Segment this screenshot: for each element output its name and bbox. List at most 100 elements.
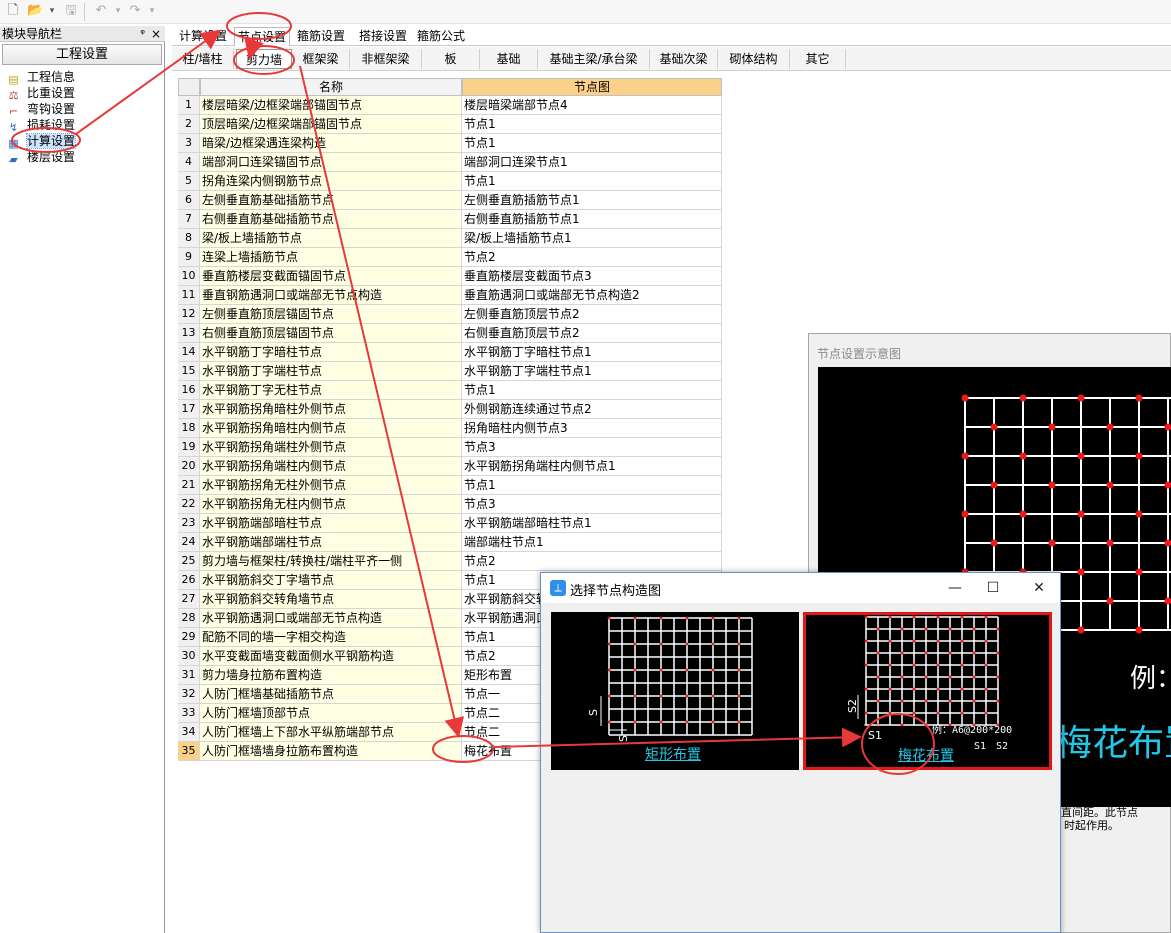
preview-grid-tie-point (1164, 597, 1171, 605)
row-node-diagram[interactable]: 端部洞口连梁节点1 (462, 153, 722, 172)
row-name: 人防门框墙上下部水平纵筋端部节点 (200, 723, 462, 742)
table-row[interactable]: 12 左侧垂直筋顶层锚固节点 左侧垂直筋顶层节点2 (178, 305, 722, 324)
row-node-diagram[interactable]: 拐角暗柱内侧节点3 (462, 419, 722, 438)
rect-layout-caption[interactable]: 矩形布置 (645, 744, 701, 764)
table-row[interactable]: 2 顶层暗梁/边框梁端部锚固节点 节点1 (178, 115, 722, 134)
row-node-diagram[interactable]: 水平钢筋丁字端柱节点1 (462, 362, 722, 381)
minimize-button[interactable]: — (941, 577, 969, 599)
tab-stirrup-settings[interactable]: 箍筋设置 (294, 27, 348, 46)
row-node-diagram[interactable]: 梁/板上墙插筋节点1 (462, 229, 722, 248)
row-node-diagram[interactable]: 节点2 (462, 248, 722, 267)
subtab-frame-beam[interactable]: 框架梁 (292, 49, 350, 69)
project-settings-button[interactable]: 工程设置 (2, 44, 162, 65)
row-node-diagram[interactable]: 左侧垂直筋插筋节点1 (462, 191, 722, 210)
table-row[interactable]: 13 右侧垂直筋顶层锚固节点 右侧垂直筋顶层节点2 (178, 324, 722, 343)
tab-stirrup-formula[interactable]: 箍筋公式 (414, 27, 468, 46)
table-row[interactable]: 25 剪力墙与框架柱/转换柱/端柱平齐一侧 节点2 (178, 552, 722, 571)
subtab-masonry[interactable]: 砌体结构 (718, 49, 790, 69)
nav-item-floor[interactable]: ▰ 楼层设置 (6, 149, 75, 166)
close-button[interactable]: ✕ (1025, 577, 1053, 599)
row-name: 水平钢筋拐角端柱外侧节点 (200, 438, 462, 457)
row-name: 配筋不同的墙一字相交构造 (200, 628, 462, 647)
row-node-diagram[interactable]: 节点1 (462, 381, 722, 400)
undo-dropdown-icon[interactable]: ▾ (110, 3, 126, 19)
pin-icon[interactable]: ᵠ (140, 26, 145, 42)
row-node-diagram[interactable]: 水平钢筋丁字暗柱节点1 (462, 343, 722, 362)
table-row[interactable]: 16 水平钢筋丁字无柱节点 节点1 (178, 381, 722, 400)
row-node-diagram[interactable]: 节点3 (462, 438, 722, 457)
row-node-diagram[interactable]: 节点2 (462, 552, 722, 571)
table-row[interactable]: 6 左侧垂直筋基础插筋节点 左侧垂直筋插筋节点1 (178, 191, 722, 210)
table-row[interactable]: 7 右侧垂直筋基础插筋节点 右侧垂直筋插筋节点1 (178, 210, 722, 229)
nav-item-hook[interactable]: ⌐ 弯钩设置 (6, 101, 75, 118)
table-row[interactable]: 3 暗梁/边框梁遇连梁构造 节点1 (178, 134, 722, 153)
table-row[interactable]: 9 连梁上墙插筋节点 节点2 (178, 248, 722, 267)
nav-item-density[interactable]: ⚖ 比重设置 (6, 85, 75, 102)
redo-icon[interactable]: ↷ (127, 3, 143, 19)
plum-layout-caption[interactable]: 梅花布置 (898, 745, 954, 765)
row-node-diagram[interactable]: 右侧垂直筋顶层节点2 (462, 324, 722, 343)
row-node-diagram[interactable]: 节点1 (462, 172, 722, 191)
row-node-diagram[interactable]: 节点1 (462, 476, 722, 495)
plum-example-text: 例：A6@200*200 (932, 723, 1012, 736)
table-row[interactable]: 10 垂直筋楼层变截面锚固节点 垂直筋楼层变截面节点3 (178, 267, 722, 286)
nav-item-project-info[interactable]: ▤ 工程信息 (6, 69, 75, 86)
table-row[interactable]: 18 水平钢筋拐角暗柱内侧节点 拐角暗柱内侧节点3 (178, 419, 722, 438)
table-row[interactable]: 15 水平钢筋丁字端柱节点 水平钢筋丁字端柱节点1 (178, 362, 722, 381)
tab-node-settings[interactable]: 节点设置 (234, 27, 291, 46)
rect-grid-tie-point (607, 642, 611, 646)
table-row[interactable]: 24 水平钢筋端部端柱节点 端部端柱节点1 (178, 533, 722, 552)
table-row[interactable]: 11 垂直钢筋遇洞口或端部无节点构造 垂直筋遇洞口或端部无节点构造2 (178, 286, 722, 305)
preview-caption: 梅花布置 (1056, 723, 1171, 764)
option-rect-layout[interactable]: S S 矩形布置 (551, 612, 799, 770)
maximize-button[interactable]: ☐ (979, 577, 1007, 599)
row-node-diagram[interactable]: 外侧钢筋连续通过节点2 (462, 400, 722, 419)
subtab-shear-wall[interactable]: 剪力墙 (236, 49, 292, 69)
subtab-foundation[interactable]: 基础 (480, 49, 538, 69)
row-node-diagram[interactable]: 节点1 (462, 134, 722, 153)
nav-item-loss[interactable]: ↯ 损耗设置 (6, 117, 75, 134)
table-row[interactable]: 1 楼层暗梁/边框梁端部锚固节点 楼层暗梁端部节点4 (178, 96, 722, 115)
subtab-non-frame-beam[interactable]: 非框架梁 (350, 49, 422, 69)
row-node-diagram[interactable]: 垂直筋遇洞口或端部无节点构造2 (462, 286, 722, 305)
dropdown-icon[interactable]: ▾ (44, 3, 60, 19)
close-icon[interactable]: × (151, 26, 161, 42)
table-row[interactable]: 22 水平钢筋拐角无柱内侧节点 节点3 (178, 495, 722, 514)
tab-lap-settings[interactable]: 搭接设置 (356, 27, 410, 46)
plum-grid-tie-point (876, 651, 880, 655)
option-plum-layout[interactable]: S2 S1 例：A6@200*200 S1 S2 梅花布置 (803, 612, 1052, 770)
table-row[interactable]: 14 水平钢筋丁字暗柱节点 水平钢筋丁字暗柱节点1 (178, 343, 722, 362)
subtab-column[interactable]: 柱/墙柱 (172, 49, 234, 69)
table-row[interactable]: 4 端部洞口连梁锚固节点 端部洞口连梁节点1 (178, 153, 722, 172)
nav-item-calc-settings[interactable]: ▦ 计算设置 (6, 133, 77, 150)
row-node-diagram[interactable]: 水平钢筋拐角端柱内侧节点1 (462, 457, 722, 476)
row-index: 35 (178, 742, 200, 761)
table-row[interactable]: 23 水平钢筋端部暗柱节点 水平钢筋端部暗柱节点1 (178, 514, 722, 533)
tab-calc-settings[interactable]: 计算设置 (176, 27, 230, 46)
table-row[interactable]: 21 水平钢筋拐角无柱外侧节点 节点1 (178, 476, 722, 495)
row-index: 11 (178, 286, 200, 305)
table-row[interactable]: 20 水平钢筋拐角端柱内侧节点 水平钢筋拐角端柱内侧节点1 (178, 457, 722, 476)
row-node-diagram[interactable]: 右侧垂直筋插筋节点1 (462, 210, 722, 229)
row-node-diagram[interactable]: 节点3 (462, 495, 722, 514)
table-row[interactable]: 17 水平钢筋拐角暗柱外侧节点 外侧钢筋连续通过节点2 (178, 400, 722, 419)
subtab-other[interactable]: 其它 (790, 49, 846, 69)
row-node-diagram[interactable]: 端部端柱节点1 (462, 533, 722, 552)
new-file-icon[interactable]: 🗋 (5, 3, 21, 19)
subtab-slab[interactable]: 板 (422, 49, 480, 69)
subtab-foundation-main-beam[interactable]: 基础主梁/承台梁 (538, 49, 650, 69)
preview-grid-tie-point (1135, 626, 1143, 634)
open-folder-icon[interactable]: 📂 (27, 3, 43, 19)
redo-dropdown-icon[interactable]: ▾ (144, 3, 160, 19)
table-row[interactable]: 19 水平钢筋拐角端柱外侧节点 节点3 (178, 438, 722, 457)
save-icon[interactable]: 🖫 (63, 3, 79, 19)
row-node-diagram[interactable]: 垂直筋楼层变截面节点3 (462, 267, 722, 286)
undo-icon[interactable]: ↶ (93, 3, 109, 19)
row-node-diagram[interactable]: 水平钢筋端部暗柱节点1 (462, 514, 722, 533)
table-row[interactable]: 5 拐角连梁内侧钢筋节点 节点1 (178, 172, 722, 191)
subtab-foundation-secondary-beam[interactable]: 基础次梁 (650, 49, 718, 69)
table-row[interactable]: 8 梁/板上墙插筋节点 梁/板上墙插筋节点1 (178, 229, 722, 248)
row-node-diagram[interactable]: 楼层暗梁端部节点4 (462, 96, 722, 115)
row-node-diagram[interactable]: 节点1 (462, 115, 722, 134)
row-node-diagram[interactable]: 左侧垂直筋顶层节点2 (462, 305, 722, 324)
